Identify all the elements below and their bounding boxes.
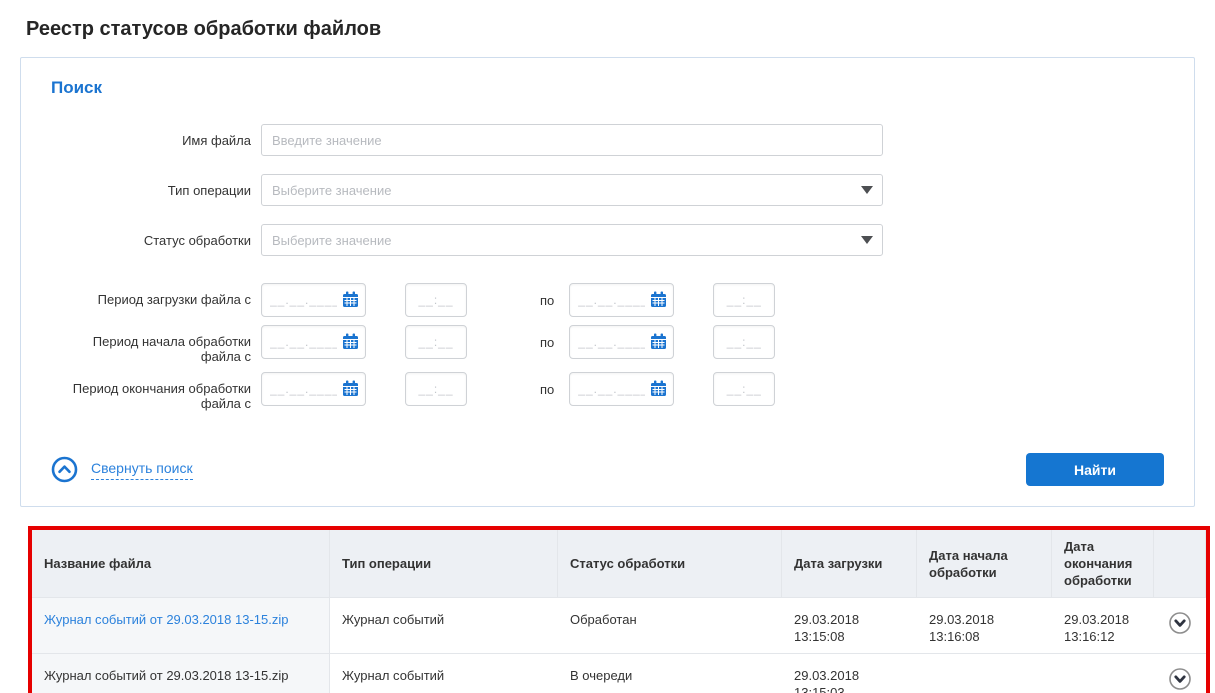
processing-end-from-time-input[interactable]	[405, 372, 467, 406]
table-row-2-end-date-cell	[1052, 653, 1154, 693]
file-name-input[interactable]	[261, 124, 883, 156]
calendar-icon[interactable]	[342, 380, 359, 397]
period-to-label: по	[540, 283, 554, 308]
processing-status-label: Статус обработки	[51, 233, 251, 248]
calendar-icon[interactable]	[342, 333, 359, 350]
table-row-1-actions-cell	[1154, 597, 1206, 653]
search-heading: Поиск	[51, 78, 1164, 98]
table-row-2-start-date-cell	[917, 653, 1052, 693]
page-title: Реестр статусов обработки файлов	[26, 18, 1195, 41]
column-header-processing-start-date: Дата начала обработки	[917, 530, 1052, 597]
table-row-2-upload-date-cell: 29.03.2018 13:15:03	[782, 653, 917, 693]
operation-type-placeholder[interactable]: Выберите значение	[261, 174, 883, 206]
chevron-up-circle-icon	[51, 456, 78, 483]
column-header-processing-end-date: Дата окончания обработки	[1052, 530, 1154, 597]
file-name-row: Имя файла	[51, 124, 1164, 156]
caret-down-icon	[861, 236, 873, 244]
file-name-text: Журнал событий от 29.03.2018 13-15.zip	[44, 668, 288, 683]
processing-status-placeholder[interactable]: Выберите значение	[261, 224, 883, 256]
table-row-2-status-cell: В очереди	[558, 653, 782, 693]
column-header-actions	[1154, 530, 1206, 597]
calendar-icon[interactable]	[342, 291, 359, 308]
calendar-icon[interactable]	[650, 333, 667, 350]
table-row-2-file-name-cell: Журнал событий от 29.03.2018 13-15.zip	[32, 653, 330, 693]
calendar-icon[interactable]	[650, 380, 667, 397]
period-to-label: по	[540, 372, 554, 397]
upload-period-label: Период загрузки файла с	[51, 283, 251, 307]
upload-period-to-time-input[interactable]	[713, 283, 775, 317]
processing-start-period-row: Период начала обработки файла с по	[51, 325, 1164, 364]
table-row-1-operation-type-cell: Журнал событий	[330, 597, 558, 653]
collapse-search-toggle[interactable]: Свернуть поиск	[51, 456, 193, 483]
column-header-processing-status: Статус обработки	[558, 530, 782, 597]
processing-start-from-time-input[interactable]	[405, 325, 467, 359]
upload-period-row: Период загрузки файла с по	[51, 283, 1164, 317]
table-row-1-file-name-cell: Журнал событий от 29.03.2018 13-15.zip	[32, 597, 330, 653]
operation-type-select[interactable]: Выберите значение	[261, 174, 883, 206]
table-row-1-status-cell: Обработан	[558, 597, 782, 653]
results-table-annotation-frame: Название файла Тип операции Статус обраб…	[28, 526, 1210, 693]
results-table: Название файла Тип операции Статус обраб…	[32, 530, 1206, 693]
period-to-label: по	[540, 325, 554, 350]
processing-start-period-label: Период начала обработки файла с	[51, 325, 251, 364]
processing-status-row: Статус обработки Выберите значение	[51, 224, 1164, 256]
calendar-icon[interactable]	[650, 291, 667, 308]
table-row-1-end-date-cell: 29.03.2018 13:16:12	[1052, 597, 1154, 653]
table-row-1-start-date-cell: 29.03.2018 13:16:08	[917, 597, 1052, 653]
table-row-1-upload-date-cell: 29.03.2018 13:15:08	[782, 597, 917, 653]
upload-period-from-time-input[interactable]	[405, 283, 467, 317]
column-header-upload-date: Дата загрузки	[782, 530, 917, 597]
expand-row-button[interactable]	[1168, 667, 1192, 691]
processing-start-to-time-input[interactable]	[713, 325, 775, 359]
column-header-file-name: Название файла	[32, 530, 330, 597]
search-panel: Поиск Имя файла Тип операции Выберите зн…	[20, 57, 1195, 507]
operation-type-row: Тип операции Выберите значение	[51, 174, 1164, 206]
processing-end-period-row: Период окончания обработки файла с по	[51, 372, 1164, 411]
search-button[interactable]: Найти	[1026, 453, 1164, 486]
processing-status-select[interactable]: Выберите значение	[261, 224, 883, 256]
file-name-label: Имя файла	[51, 133, 251, 148]
expand-row-button[interactable]	[1168, 611, 1192, 635]
processing-end-period-label: Период окончания обработки файла с	[51, 372, 251, 411]
table-row-2-operation-type-cell: Журнал событий	[330, 653, 558, 693]
caret-down-icon	[861, 186, 873, 194]
file-link[interactable]: Журнал событий от 29.03.2018 13-15.zip	[44, 612, 288, 627]
processing-end-to-time-input[interactable]	[713, 372, 775, 406]
operation-type-label: Тип операции	[51, 183, 251, 198]
table-row-2-actions-cell	[1154, 653, 1206, 693]
column-header-operation-type: Тип операции	[330, 530, 558, 597]
collapse-search-link[interactable]: Свернуть поиск	[91, 460, 193, 480]
